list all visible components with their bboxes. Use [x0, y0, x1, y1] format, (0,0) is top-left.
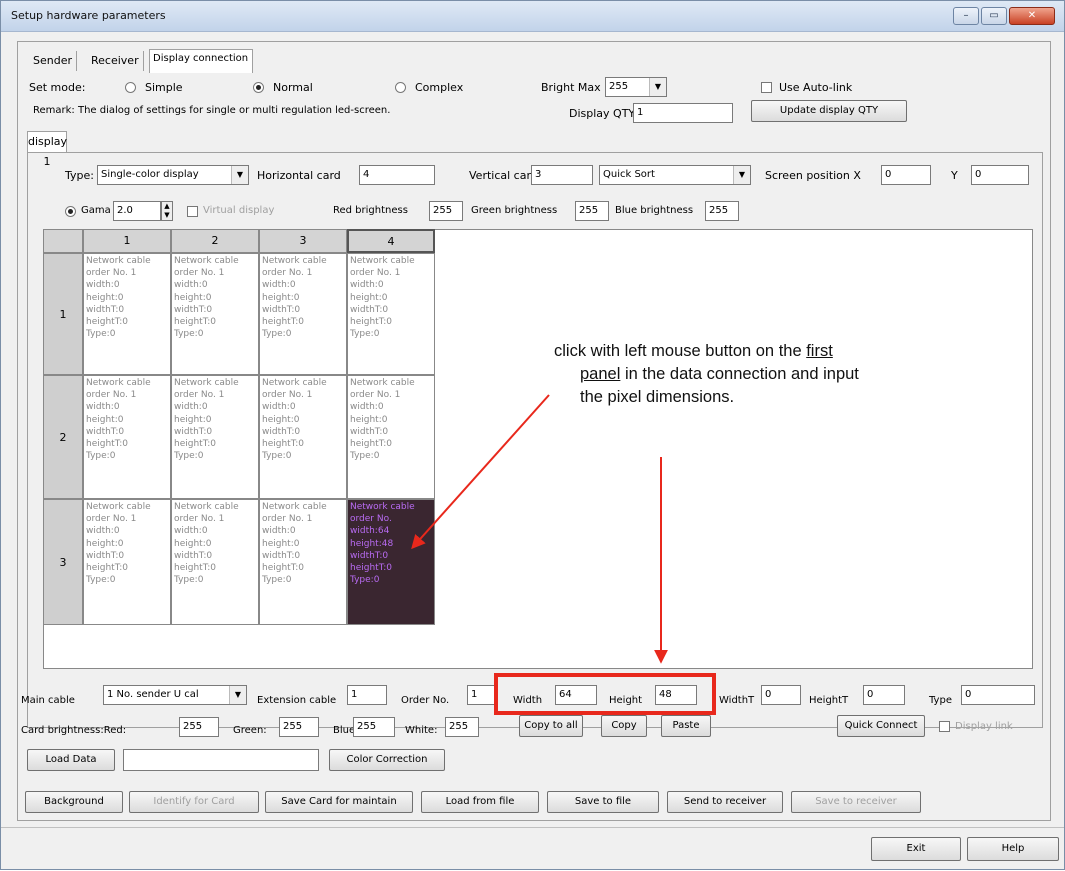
order-no-label: Order No. [401, 695, 450, 706]
widtht-input[interactable]: 0 [761, 685, 801, 705]
save-card-for-maintain-button[interactable]: Save Card for maintain [265, 791, 413, 813]
card-brightness-blue-input[interactable]: 255 [353, 717, 395, 737]
main-cable-value: 1 No. sender U cal [107, 689, 199, 700]
order-no-input[interactable]: 1 [467, 685, 495, 705]
widtht-label: WidthT [719, 695, 755, 706]
main-cable-select[interactable]: 1 No. sender U cal ▼ [103, 685, 247, 705]
dimension-highlight-box [494, 673, 716, 715]
extension-cable-label: Extension cable [257, 695, 337, 706]
background-button[interactable]: Background [25, 791, 123, 813]
color-correction-button[interactable]: Color Correction [329, 749, 445, 771]
card-brightness-red-input[interactable]: 255 [179, 717, 219, 737]
load-from-file-button[interactable]: Load from file [421, 791, 539, 813]
heightt-input[interactable]: 0 [863, 685, 905, 705]
exit-button[interactable]: Exit [871, 837, 961, 861]
save-to-receiver-button[interactable]: Save to receiver [791, 791, 921, 813]
type-param-input[interactable]: 0 [961, 685, 1035, 705]
display-link-label: Display link [955, 721, 1013, 732]
identify-for-card-button[interactable]: Identify for Card [129, 791, 259, 813]
chevron-down-icon: ▼ [229, 686, 246, 704]
display-link-checkbox[interactable] [939, 721, 950, 732]
send-to-receiver-button[interactable]: Send to receiver [667, 791, 783, 813]
footer-divider [1, 827, 1064, 828]
load-data-path-input[interactable] [123, 749, 319, 771]
heightt-label: HeightT [809, 695, 849, 706]
arrow-to-panel [411, 394, 550, 550]
card-brightness-green-input[interactable]: 255 [279, 717, 319, 737]
quick-connect-button[interactable]: Quick Connect [837, 715, 925, 737]
card-brightness-red-label: Card brightness:Red: [21, 725, 127, 736]
extension-cable-input[interactable]: 1 [347, 685, 387, 705]
type-param-label: Type [929, 695, 952, 706]
annotation-arrows [411, 394, 668, 664]
save-to-file-button[interactable]: Save to file [547, 791, 659, 813]
card-brightness-white-input[interactable]: 255 [445, 717, 479, 737]
dialog-window: Setup hardware parameters – ▭ ✕ Sender R… [0, 0, 1065, 870]
card-brightness-white-label: White: [405, 725, 438, 736]
help-button[interactable]: Help [967, 837, 1059, 861]
copy-to-all-button[interactable]: Copy to all [519, 715, 583, 737]
copy-button[interactable]: Copy [601, 715, 647, 737]
paste-button[interactable]: Paste [661, 715, 711, 737]
main-cable-label: Main cable [21, 695, 75, 706]
card-brightness-green-label: Green: [233, 725, 267, 736]
load-data-button[interactable]: Load Data [27, 749, 115, 771]
